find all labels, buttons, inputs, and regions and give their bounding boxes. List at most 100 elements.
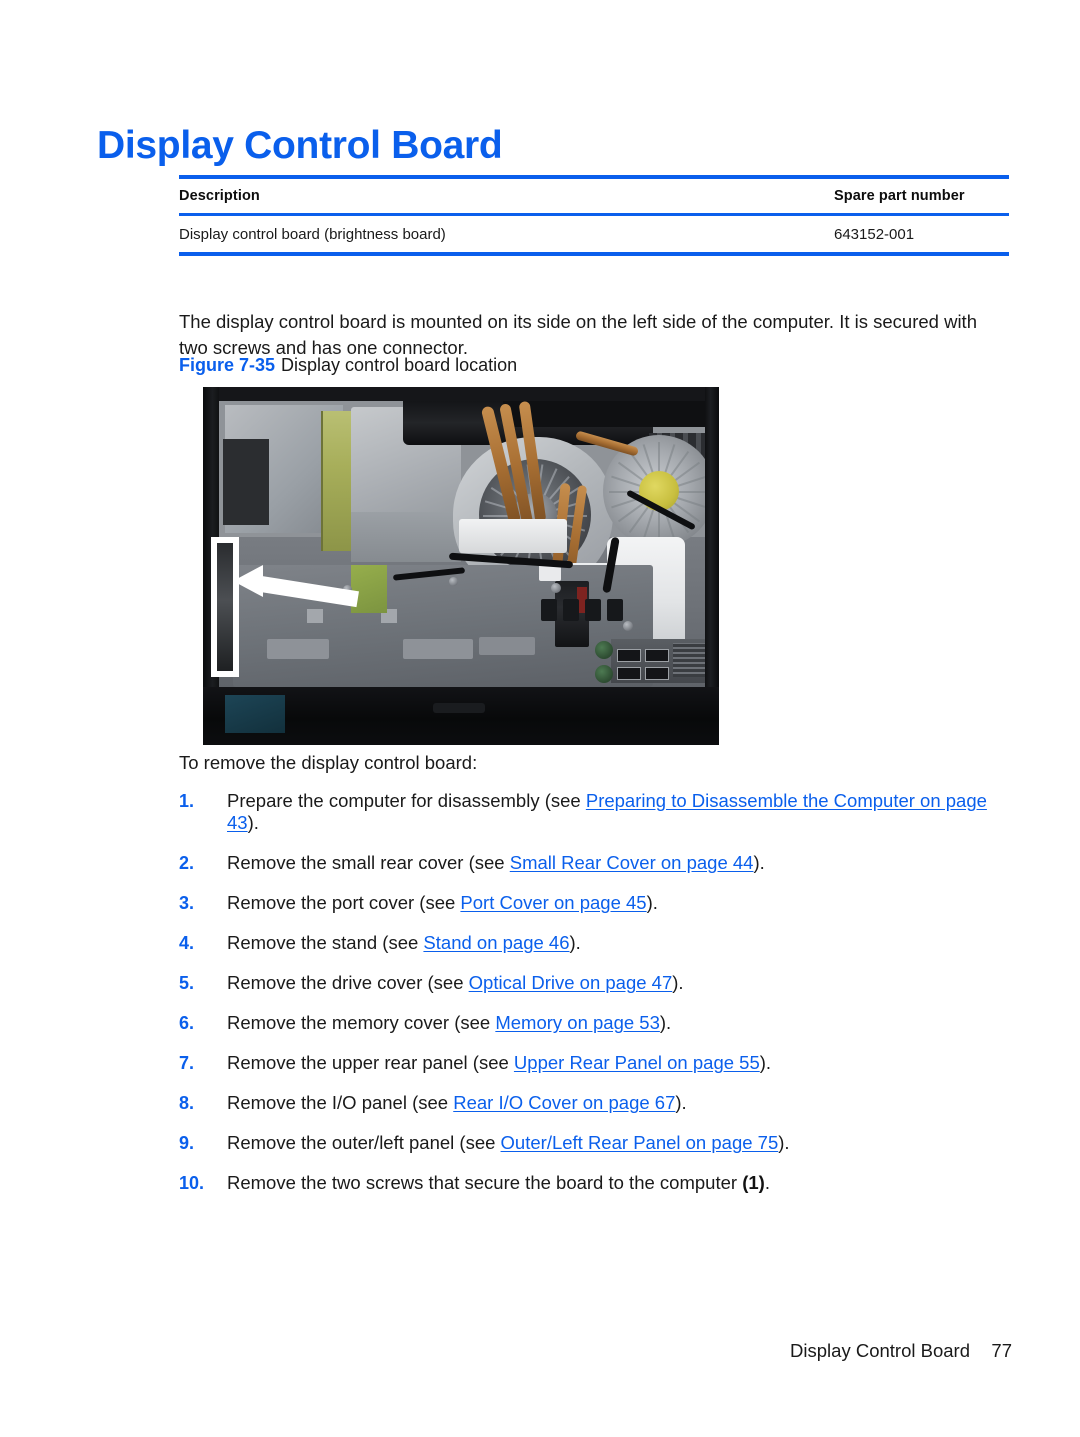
step-text: Remove the two screws that secure the bo… [227,1172,1009,1194]
list-item: 1. Prepare the computer for disassembly … [179,790,1009,834]
step-text: Remove the stand (see Stand on page 46). [227,932,1009,954]
step-number: 3. [179,893,195,913]
step-number: 1. [179,791,195,811]
photo-connector-header [607,599,623,621]
step-text-after: ). [646,892,658,913]
photo-vent-grille [673,643,709,677]
photo-screw [449,577,458,586]
step-number: 5. [179,973,195,993]
step-text-before: Remove the I/O panel (see [227,1092,454,1113]
step-number: 9. [179,1133,195,1153]
photo-top-dark-strip [503,401,713,427]
photo-pointer-arrow-icon [233,565,263,597]
step-text-before: Remove the drive cover (see [227,972,469,993]
step-text-after: ). [753,852,765,873]
intro-paragraph: The display control board is mounted on … [179,310,977,358]
cross-reference-link[interactable]: Stand on page 46 [423,932,569,953]
procedure-step-list: 1. Prepare the computer for disassembly … [179,790,1009,1212]
step-text-after: . [764,1172,770,1193]
step-text: Remove the port cover (see Port Cover on… [227,892,1009,914]
photo-connector-header [585,599,601,621]
step-number: 2. [179,853,195,873]
photo-board-notch [479,637,535,655]
figure-caption: Figure 7-35 Display control board locatio… [179,355,517,376]
photo-usb-port [617,667,641,680]
list-item: 10. Remove the two screws that secure th… [179,1172,1009,1194]
photo-green-strip [321,411,355,551]
figure-image [203,387,719,745]
cross-reference-link[interactable]: Upper Rear Panel on page 55 [514,1052,760,1073]
photo-cable-guide [459,519,567,553]
table-row: Display control board (brightness board)… [179,216,1009,252]
cross-reference-link[interactable]: Rear I/O Cover on page 67 [453,1092,675,1113]
step-text-before: Remove the two screws that secure the bo… [227,1172,743,1193]
list-item: 4. Remove the stand (see Stand on page 4… [179,932,1009,954]
list-item: 5. Remove the drive cover (see Optical D… [179,972,1009,994]
step-text: Prepare the computer for disassembly (se… [227,790,1009,834]
cross-reference-link[interactable]: Memory on page 53 [495,1012,660,1033]
photo-connector-header [541,599,557,621]
step-text-after: ). [759,1052,772,1073]
cell-description: Display control board (brightness board) [179,225,446,243]
step-text-after: ). [247,812,259,833]
photo-dark-panel [223,439,269,525]
figure-label: Figure 7-35 [179,355,276,375]
step-text-before: Prepare the computer for disassembly (se… [227,790,586,811]
step-text: Remove the small rear cover (see Small R… [227,852,1009,874]
list-item: 7. Remove the upper rear panel (see Uppe… [179,1052,1009,1074]
photo-heatsink-block-lower [351,512,461,562]
step-text-after: ). [569,932,581,953]
step-text: Remove the drive cover (see Optical Driv… [227,972,1009,994]
step-number: 8. [179,1093,195,1113]
photo-bezel-top [203,387,719,401]
page-footer: Display Control Board 77 [0,1340,1080,1370]
list-item: 9. Remove the outer/left panel (see Oute… [179,1132,1009,1154]
step-text-before: Remove the stand (see [227,932,424,953]
column-header-spare-part-number: Spare part number [834,188,965,204]
document-page: Display Control Board Description Spare … [0,0,1080,1437]
footer-page-number: 77 [991,1340,1012,1361]
step-text-after: ). [659,1012,672,1033]
list-item: 2. Remove the small rear cover (see Smal… [179,852,1009,874]
table-header-row: Description Spare part number [179,179,1009,213]
photo-bottom-notch [433,703,485,713]
list-item: 3. Remove the port cover (see Port Cover… [179,892,1009,914]
cross-reference-link[interactable]: Outer/Left Rear Panel on page 75 [501,1132,779,1153]
procedure-lead-in: To remove the display control board: [179,752,478,773]
page-title: Display Control Board [97,124,503,168]
step-text-before: Remove the memory cover (see [227,1012,496,1033]
step-text-before: Remove the upper rear panel (see [227,1052,514,1073]
step-text: Remove the upper rear panel (see Upper R… [227,1052,1009,1074]
photo-connector-header [563,599,579,621]
step-text-after: ). [675,1092,687,1113]
step-text: Remove the I/O panel (see Rear I/O Cover… [227,1092,1009,1114]
step-text-before: Remove the outer/left panel (see [227,1132,501,1153]
photo-screw [623,621,633,631]
photo-audio-jack [595,665,613,683]
cross-reference-link[interactable]: Port Cover on page 45 [460,892,646,913]
figure-caption-text: Display control board location [281,355,518,375]
list-item: 8. Remove the I/O panel (see Rear I/O Co… [179,1092,1009,1114]
photo-usb-port [645,667,669,680]
photo-display-control-board [217,543,233,671]
photo-audio-jack [595,641,613,659]
cross-reference-link[interactable]: Small Rear Cover on page 44 [510,852,754,873]
cross-reference-link[interactable]: Optical Drive on page 47 [469,972,673,993]
step-text-after: ). [672,972,684,993]
callout-reference: (1) [742,1172,765,1193]
step-text: Remove the outer/left panel (see Outer/L… [227,1132,1009,1154]
photo-board-tab [307,609,323,623]
photo-board-notch [403,639,473,659]
step-number: 6. [179,1013,195,1033]
step-number: 10. [179,1173,205,1193]
column-header-description: Description [179,188,260,204]
photo-usb-port [617,649,641,662]
step-number: 7. [179,1053,195,1073]
step-text: Remove the memory cover (see Memory on p… [227,1012,1009,1034]
photo-screw [551,583,561,593]
photo-usb-port [645,649,669,662]
list-item: 6. Remove the memory cover (see Memory o… [179,1012,1009,1034]
table-bottom-rule [179,252,1009,256]
step-text-before: Remove the small rear cover (see [227,852,510,873]
step-text-before: Remove the port cover (see [227,892,461,913]
